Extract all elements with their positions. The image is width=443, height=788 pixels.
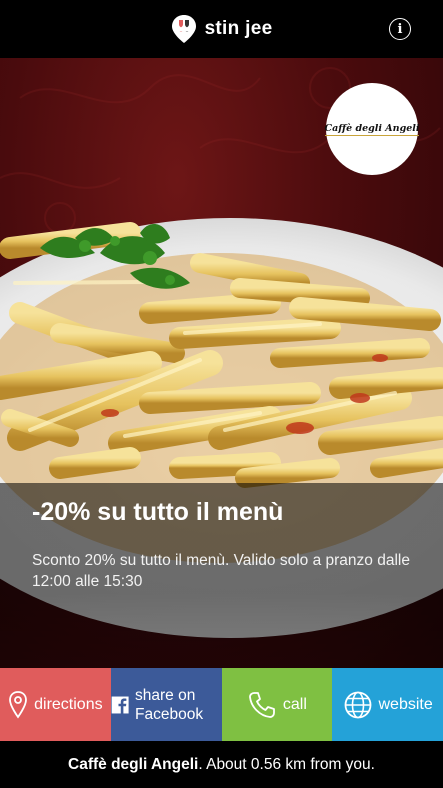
footer-venue-name: Caffè degli Angeli <box>68 755 199 773</box>
website-label: website <box>378 695 433 713</box>
top-bar: stin jee i <box>0 0 443 58</box>
facebook-icon <box>111 696 129 713</box>
offer-description: Sconto 20% su tutto il menù. Valido solo… <box>32 552 410 590</box>
venue-logo-text: Caffè degli Angeli <box>324 122 420 136</box>
call-label: call <box>282 695 307 713</box>
map-pin-icon <box>9 690 28 719</box>
info-glyph: i <box>397 21 403 37</box>
action-bar: directions share on Facebook call websit… <box>0 668 443 741</box>
brand-name: stin jee <box>204 18 273 39</box>
share-facebook-button[interactable]: share on Facebook <box>110 668 222 741</box>
call-button[interactable]: call <box>221 668 333 741</box>
directions-label: directions <box>34 695 103 713</box>
share-facebook-label: share on Facebook <box>135 686 204 723</box>
info-icon[interactable]: i <box>389 18 411 40</box>
phone-icon <box>248 691 275 718</box>
offer-title: -20% su tutto il menù <box>32 498 284 526</box>
footer-distance-text: . About 0.56 km from you. <box>198 755 375 773</box>
wine-glass-pin-icon <box>171 15 196 43</box>
website-button[interactable]: website <box>332 668 443 741</box>
offer-hero-image: Caffè degli Angeli -20% su tutto il menù… <box>0 58 443 668</box>
directions-button[interactable]: directions <box>0 668 111 741</box>
venue-logo: Caffè degli Angeli <box>324 83 420 175</box>
globe-icon <box>344 691 371 718</box>
brand: stin jee <box>171 14 273 44</box>
footer-distance: Caffè degli Angeli. About 0.56 km from y… <box>0 741 443 788</box>
